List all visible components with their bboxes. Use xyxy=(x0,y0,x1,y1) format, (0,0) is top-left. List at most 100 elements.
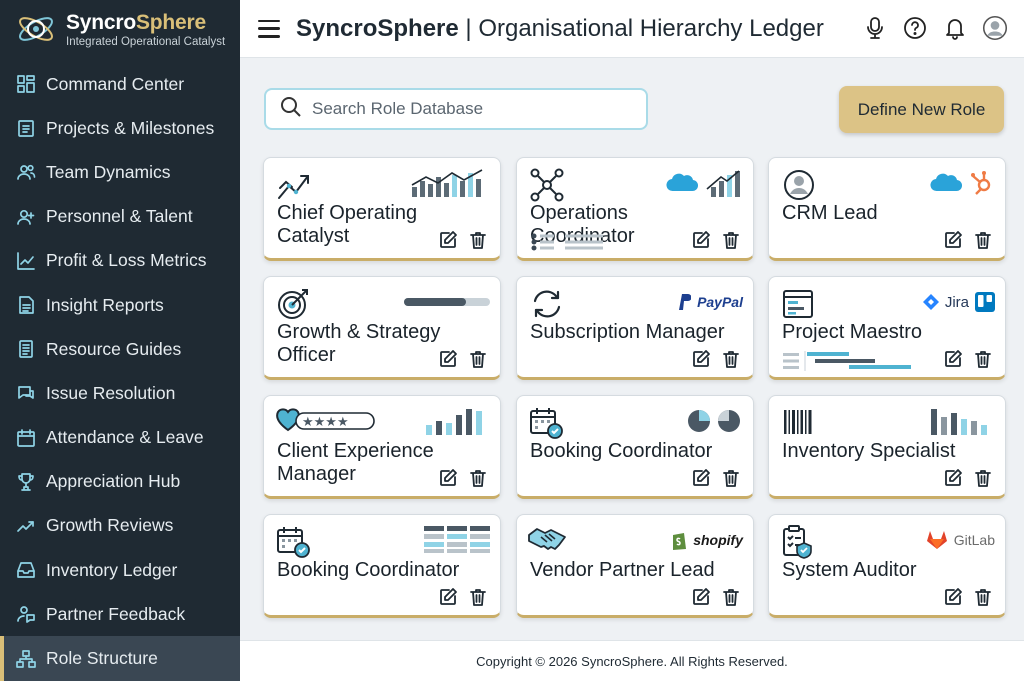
edit-icon[interactable] xyxy=(438,349,458,369)
role-card[interactable]: Booking Coordinator xyxy=(516,395,754,499)
heart-rating-icon: ★★★★ xyxy=(276,408,375,432)
role-card[interactable]: ★★★★ Client Experience Manager xyxy=(263,395,501,499)
gantt-decoration xyxy=(783,351,911,371)
edit-icon[interactable] xyxy=(943,230,963,250)
edit-icon[interactable] xyxy=(691,230,711,250)
brand-tagline: Integrated Operational Catalyst xyxy=(66,35,226,48)
delete-icon[interactable] xyxy=(973,349,993,369)
delete-icon[interactable] xyxy=(973,587,993,607)
sidebar-item-appreciation[interactable]: Appreciation Hub xyxy=(0,460,240,504)
edit-icon[interactable] xyxy=(438,468,458,488)
sidebar-item-projects[interactable]: Projects & Milestones xyxy=(0,106,240,150)
feedback-icon xyxy=(16,604,36,624)
sidebar-item-inventory[interactable]: Inventory Ledger xyxy=(0,548,240,592)
sidebar-item-label: Resource Guides xyxy=(46,338,182,359)
target-icon xyxy=(278,289,308,319)
sidebar-item-issue-resolution[interactable]: Issue Resolution xyxy=(0,371,240,415)
copyright-text: Copyright © 2026 SyncroSphere. All Right… xyxy=(476,653,788,669)
delete-icon[interactable] xyxy=(468,587,488,607)
sidebar-item-partner-feedback[interactable]: Partner Feedback xyxy=(0,592,240,636)
sidebar-item-label: Partner Feedback xyxy=(46,603,186,624)
bar-chart-decoration xyxy=(929,406,995,436)
table-decoration xyxy=(424,525,490,555)
barcode-icon xyxy=(784,410,812,434)
search-input[interactable] xyxy=(312,99,632,119)
sidebar-item-personnel[interactable]: Personnel & Talent xyxy=(0,195,240,239)
microphone-icon[interactable] xyxy=(862,13,888,43)
sidebar: SyncroSphere Integrated Operational Cata… xyxy=(0,0,240,681)
clipboard-icon xyxy=(16,118,36,138)
edit-icon[interactable] xyxy=(438,587,458,607)
delete-icon[interactable] xyxy=(721,587,741,607)
edit-icon[interactable] xyxy=(943,349,963,369)
list-lines-decoration xyxy=(531,233,603,251)
brand-logo-icon xyxy=(14,7,58,51)
gitlab-logo: GitLab xyxy=(926,525,995,555)
pie-charts-decoration xyxy=(687,406,743,436)
edit-icon[interactable] xyxy=(438,230,458,250)
sidebar-nav: Command Center Projects & Milestones Tea… xyxy=(0,62,240,681)
sidebar-item-insight-reports[interactable]: Insight Reports xyxy=(0,283,240,327)
trello-logo xyxy=(975,292,995,312)
role-card[interactable]: Jira Project Maestro xyxy=(768,276,1006,380)
svg-text:★★★★: ★★★★ xyxy=(302,415,349,430)
user-circle-icon xyxy=(784,170,814,200)
inbox-icon xyxy=(16,560,36,580)
sidebar-item-growth-reviews[interactable]: Growth Reviews xyxy=(0,504,240,548)
delete-icon[interactable] xyxy=(468,230,488,250)
role-card[interactable]: PayPal Subscription Manager xyxy=(516,276,754,380)
sidebar-item-label: Team Dynamics xyxy=(46,161,171,182)
sidebar-item-label: Insight Reports xyxy=(46,294,164,315)
hubspot-logo xyxy=(971,171,991,195)
sidebar-item-team-dynamics[interactable]: Team Dynamics xyxy=(0,150,240,194)
sidebar-item-attendance[interactable]: Attendance & Leave xyxy=(0,416,240,460)
role-name: System Auditor xyxy=(782,559,917,581)
sidebar-item-profit-loss[interactable]: Profit & Loss Metrics xyxy=(0,239,240,283)
sidebar-item-label: Appreciation Hub xyxy=(46,471,181,492)
salesforce-logo xyxy=(665,168,743,198)
role-card[interactable]: Operations Coordinator xyxy=(516,157,754,261)
edit-icon[interactable] xyxy=(943,468,963,488)
sidebar-item-label: Attendance & Leave xyxy=(46,427,204,448)
brand[interactable]: SyncroSphere Integrated Operational Cata… xyxy=(0,0,240,58)
delete-icon[interactable] xyxy=(721,468,741,488)
sidebar-item-command-center[interactable]: Command Center xyxy=(0,62,240,106)
delete-icon[interactable] xyxy=(973,468,993,488)
help-icon[interactable] xyxy=(902,13,928,43)
sidebar-item-label: Growth Reviews xyxy=(46,515,174,536)
role-name: Inventory Specialist xyxy=(782,440,956,462)
role-card[interactable]: GitLab System Auditor xyxy=(768,514,1006,618)
calendar-icon xyxy=(16,428,36,448)
role-card[interactable]: Inventory Specialist xyxy=(768,395,1006,499)
network-icon xyxy=(530,168,564,202)
role-name: Booking Coordinator xyxy=(530,440,713,462)
sidebar-item-resource-guides[interactable]: Resource Guides xyxy=(0,327,240,371)
dashboard-icon xyxy=(16,74,36,94)
bar-chart-decoration xyxy=(424,406,490,436)
edit-icon[interactable] xyxy=(691,349,711,369)
edit-icon[interactable] xyxy=(691,468,711,488)
delete-icon[interactable] xyxy=(721,230,741,250)
role-card[interactable]: CRM Lead xyxy=(768,157,1006,261)
role-name: Booking Coordinator xyxy=(277,559,460,581)
user-add-icon xyxy=(16,207,36,227)
search-box[interactable] xyxy=(264,88,648,130)
role-card[interactable]: Booking Coordinator xyxy=(263,514,501,618)
delete-icon[interactable] xyxy=(973,230,993,250)
hierarchy-icon xyxy=(16,649,36,669)
menu-icon[interactable] xyxy=(258,19,280,38)
delete-icon[interactable] xyxy=(468,349,488,369)
notification-bell-icon[interactable] xyxy=(942,13,968,43)
role-card[interactable]: shopify Vendor Partner Lead xyxy=(516,514,754,618)
sidebar-item-role-structure[interactable]: Role Structure xyxy=(0,636,240,681)
sidebar-item-label: Inventory Ledger xyxy=(46,559,178,580)
role-card[interactable]: Growth & Strategy Officer xyxy=(263,276,501,380)
edit-icon[interactable] xyxy=(943,587,963,607)
user-avatar-icon[interactable] xyxy=(982,13,1008,43)
search-icon xyxy=(280,96,302,123)
role-card[interactable]: Chief Operating Catalyst xyxy=(263,157,501,261)
delete-icon[interactable] xyxy=(468,468,488,488)
define-new-role-button[interactable]: Define New Role xyxy=(839,86,1004,133)
edit-icon[interactable] xyxy=(691,587,711,607)
delete-icon[interactable] xyxy=(721,349,741,369)
